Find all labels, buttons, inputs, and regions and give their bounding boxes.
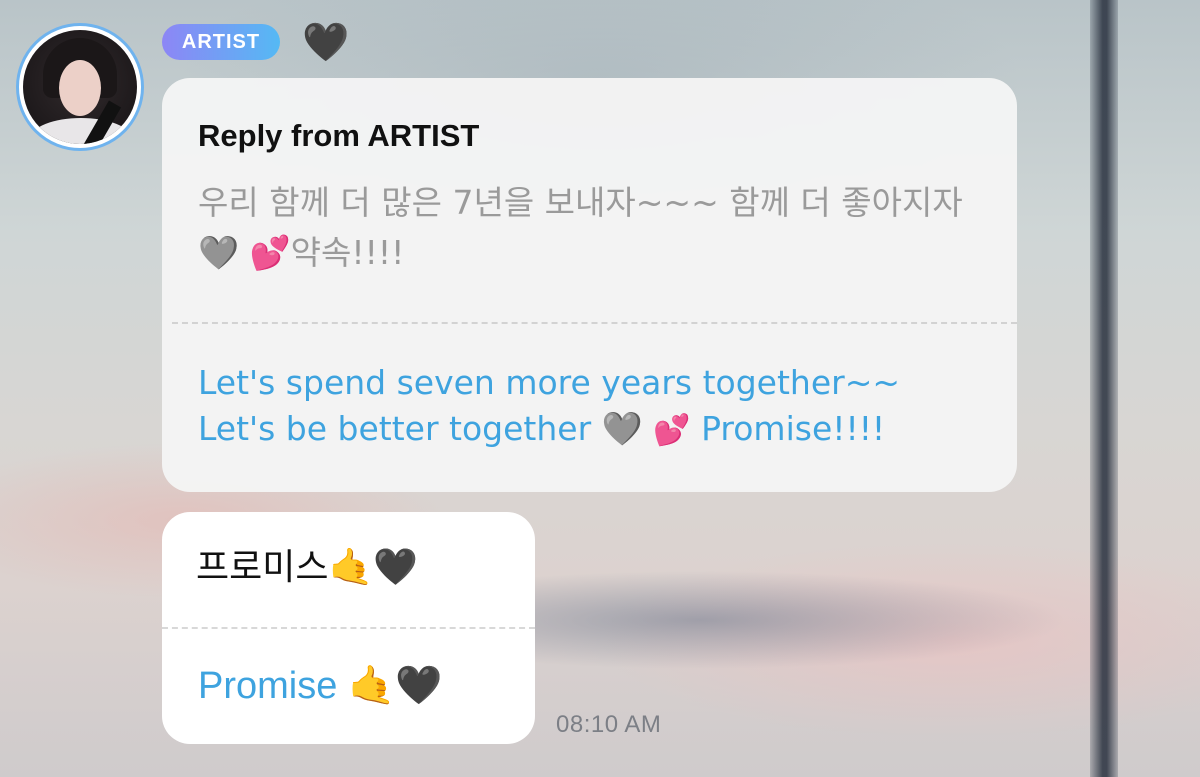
reply-original-text: 우리 함께 더 많은 7년을 보내자~~~ 함께 더 좋아지자🩶 💕약속!!!!	[198, 183, 963, 272]
reply-divider	[172, 322, 1017, 324]
call-me-hand-icon: 🤙	[347, 665, 396, 707]
message-divider	[162, 627, 535, 629]
black-heart-icon: 🖤	[395, 665, 443, 707]
two-hearts-icon: 💕	[653, 413, 691, 448]
translation-line-2: Let's be better together 🩶 💕 Promise!!!!	[198, 406, 998, 454]
artist-badge: ARTIST	[162, 24, 280, 60]
reply-title: Reply from ARTIST	[198, 118, 480, 153]
message-timestamp: 08:10 AM	[556, 711, 662, 738]
black-heart-reaction-icon: 🖤	[302, 20, 350, 64]
translation-line-1: Let's spend seven more years together~~	[198, 363, 901, 402]
background-pole	[1090, 0, 1118, 777]
reply-translation: Let's spend seven more years together~~ …	[198, 360, 998, 454]
message-translation: Promise 🤙🖤	[198, 658, 443, 714]
translation-line-2-end: Promise!!!!	[701, 409, 886, 448]
message-bubble[interactable]: 프로미스🤙🖤 Promise 🤙🖤	[162, 512, 535, 744]
artist-avatar[interactable]	[16, 23, 144, 151]
translation-line-2-text: Let's be better together	[198, 409, 602, 448]
message-translation-text: Promise	[198, 665, 338, 707]
avatar-photo	[23, 30, 137, 144]
reply-bubble[interactable]: Reply from ARTIST 우리 함께 더 많은 7년을 보내자~~~ …	[162, 78, 1017, 492]
message-original-text: 프로미스🤙🖤	[196, 547, 419, 588]
grey-heart-icon: 🩶	[601, 409, 643, 448]
